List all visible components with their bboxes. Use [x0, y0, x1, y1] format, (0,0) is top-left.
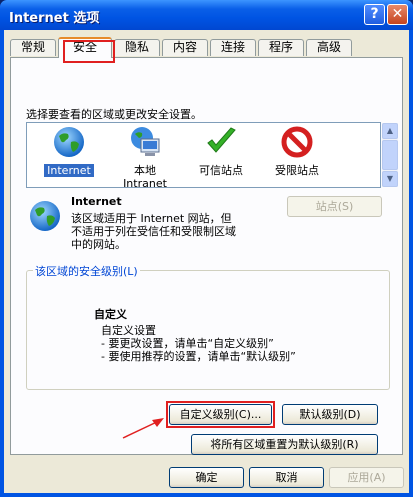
scroll-down-icon[interactable]: ▼: [382, 171, 398, 187]
cancel-button[interactable]: 取消: [249, 467, 324, 488]
zone-scrollbar[interactable]: ▲ ▼: [382, 123, 398, 187]
security-level-title: 自定义: [94, 308, 127, 321]
tab-advanced[interactable]: 高级: [306, 39, 352, 56]
zone-local-intranet[interactable]: 本地 Intranet: [107, 125, 183, 190]
security-level-group-title: 该区域的安全级别(L): [33, 263, 140, 279]
zone-label: Internet: [44, 164, 94, 177]
zone-restricted-sites[interactable]: 受限站点: [259, 125, 335, 177]
globe-icon: [30, 201, 60, 231]
tab-connections[interactable]: 连接: [210, 39, 256, 56]
zone-internet[interactable]: Internet: [31, 125, 107, 177]
custom-level-button[interactable]: 自定义级别(C)...: [169, 404, 272, 425]
default-level-button[interactable]: 默认级别(D): [282, 404, 378, 425]
security-level-line: - 要使用推荐的设置，请单击“默认级别”: [101, 350, 296, 363]
zone-label: 受限站点: [275, 164, 319, 177]
zone-trusted-sites[interactable]: 可信站点: [183, 125, 259, 177]
zone-list[interactable]: Internet 本地 Intranet 可信站点 受限站点 ▲ ▼: [26, 122, 398, 190]
zone-instruction: 选择要查看的区域或更改安全设置。: [26, 108, 202, 121]
tab-general[interactable]: 常规: [10, 39, 56, 56]
internet-options-window: Internet 选项 ? ✕ 常规 安全 隐私 内容 连接 程序 高级 选择要…: [0, 0, 413, 497]
tab-security[interactable]: 安全: [58, 37, 112, 58]
dialog-client: 常规 安全 隐私 内容 连接 程序 高级 选择要查看的区域或更改安全设置。 In…: [4, 30, 409, 493]
sites-button[interactable]: 站点(S): [287, 196, 382, 217]
ok-button[interactable]: 确定: [169, 467, 244, 488]
trusted-check-icon: [207, 127, 236, 153]
tab-privacy[interactable]: 隐私: [114, 39, 160, 56]
close-button[interactable]: ✕: [387, 4, 408, 25]
tab-content[interactable]: 内容: [162, 39, 208, 56]
zone-label: 可信站点: [199, 164, 243, 177]
zone-label: 本地 Intranet: [123, 164, 167, 190]
apply-button[interactable]: 应用(A): [329, 467, 404, 488]
zone-name: Internet: [71, 195, 122, 208]
scroll-thumb[interactable]: [382, 140, 398, 170]
restricted-no-icon: [281, 126, 313, 158]
globe-icon: [54, 127, 84, 157]
window-title: Internet 选项: [9, 11, 100, 26]
tab-programs[interactable]: 程序: [258, 39, 304, 56]
local-intranet-icon: [131, 127, 160, 156]
reset-all-zones-button[interactable]: 将所有区域重置为默认级别(R): [191, 434, 378, 455]
security-panel: 选择要查看的区域或更改安全设置。 Internet 本地 Intranet 可信…: [10, 57, 403, 455]
help-button[interactable]: ?: [364, 4, 385, 25]
title-bar[interactable]: Internet 选项 ? ✕: [0, 0, 413, 30]
zone-description: 该区域适用于 Internet 网站，但 不适用于列在受信任和受限制区域 中的网…: [71, 212, 236, 251]
security-level-group: [26, 270, 390, 390]
scroll-up-icon[interactable]: ▲: [382, 123, 398, 139]
